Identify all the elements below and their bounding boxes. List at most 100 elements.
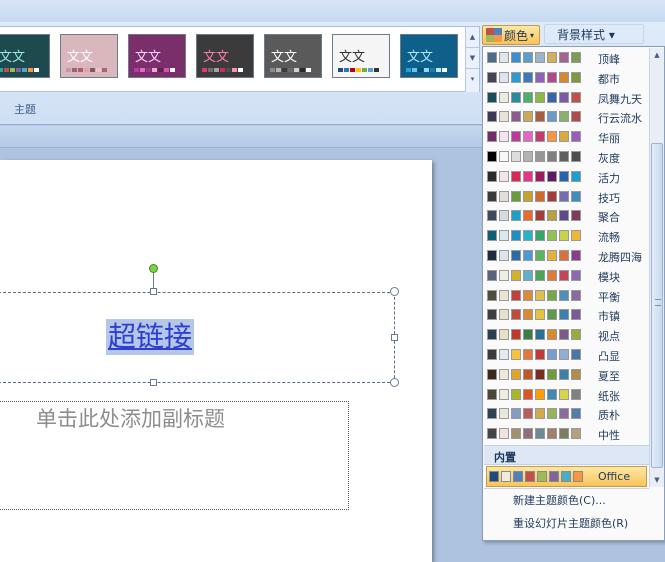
theme-color-swatches: [487, 289, 581, 301]
theme-thumbnail[interactable]: 文文: [332, 34, 390, 78]
theme-color-name: 模块: [598, 270, 620, 284]
theme-colors-dropdown: 顶峰都市凤舞九天行云流水华丽灰度活力技巧聚合流畅龙腾四海模块平衡市镇视点 凸显夏至…: [482, 46, 665, 541]
menu-scrollbar[interactable]: ▲ ▼: [649, 48, 664, 487]
theme-color-name: 行云流水: [598, 112, 642, 126]
menu-separator: [484, 488, 649, 489]
resize-handle-top-right[interactable]: [390, 287, 399, 296]
theme-color-name: 夏至: [598, 369, 620, 383]
office-swatches: [489, 471, 583, 482]
theme-color-swatches: [487, 349, 581, 360]
theme-color-item[interactable]: 市镇: [484, 306, 649, 325]
theme-thumbnail[interactable]: 文文: [400, 34, 458, 78]
resize-handle-bottom-right[interactable]: [390, 378, 399, 387]
theme-color-name: 市镇: [598, 310, 620, 324]
theme-color-item[interactable]: 技巧: [484, 188, 649, 207]
theme-color-swatches: [487, 428, 581, 440]
theme-color-name: 龙腾四海: [598, 251, 642, 264]
theme-color-name: 技巧: [598, 191, 620, 205]
theme-color-name: 平衡: [598, 290, 620, 304]
theme-thumbnail[interactable]: 文文: [60, 34, 118, 78]
theme-thumbnail-swatches: [66, 68, 107, 72]
scrollbar-thumb[interactable]: [651, 143, 663, 468]
background-style-label: 背景样式: [557, 28, 606, 42]
theme-gallery[interactable]: 文文 文文 文文 文文 文文 文文 文文: [0, 26, 480, 92]
theme-thumbnail-text: 文文: [203, 50, 230, 65]
scroll-down-icon[interactable]: ▼: [466, 48, 479, 69]
theme-color-swatches: [487, 269, 581, 281]
theme-color-item[interactable]: 都市: [484, 69, 649, 88]
theme-color-swatches: [487, 131, 581, 143]
scroll-up-icon[interactable]: ▲: [466, 27, 479, 48]
scroll-down-icon[interactable]: ▼: [650, 473, 664, 487]
theme-color-name: 都市: [598, 72, 620, 86]
theme-color-item[interactable]: 凤舞九天: [484, 89, 649, 108]
theme-color-swatches: [487, 170, 581, 182]
scroll-up-icon[interactable]: ▲: [650, 48, 664, 62]
theme-color-name: 质朴: [598, 409, 620, 423]
theme-color-item[interactable]: 夏至: [484, 366, 649, 385]
resize-handle-bottom[interactable]: [150, 379, 157, 386]
builtin-section-header: 内置: [484, 445, 649, 465]
theme-thumbnail[interactable]: 文文: [196, 34, 254, 78]
theme-color-swatches: [487, 190, 581, 202]
theme-color-item[interactable]: 灰度: [484, 148, 649, 167]
new-theme-colors-item[interactable]: 新建主题颜色(C)...: [513, 492, 606, 508]
theme-color-name: 流畅: [598, 231, 620, 245]
theme-thumbnail-text: 文文: [271, 50, 298, 65]
theme-color-item[interactable]: 凸显: [484, 346, 649, 365]
theme-color-swatches: [487, 111, 581, 123]
reset-theme-colors-item[interactable]: 重设幻灯片主题颜色(R): [513, 515, 628, 531]
theme-color-item[interactable]: 聚合: [484, 207, 649, 226]
ribbon-tab-strip: [0, 0, 665, 22]
title-placeholder[interactable]: [0, 292, 395, 383]
theme-color-item[interactable]: 行云流水: [484, 108, 649, 127]
theme-color-item[interactable]: 活力: [484, 168, 649, 187]
theme-color-item[interactable]: 纸张: [484, 386, 649, 405]
color-palette-icon: [486, 28, 502, 42]
theme-color-item[interactable]: 中性: [484, 425, 649, 444]
theme-color-name: 灰度: [598, 152, 620, 165]
theme-thumbnail-swatches: [202, 68, 243, 72]
gallery-scrollbar[interactable]: ▲ ▼ ▾: [465, 27, 479, 92]
background-style-button[interactable]: 背景样式 ▾: [544, 24, 644, 44]
theme-color-swatches: [487, 329, 581, 341]
theme-color-swatches: [487, 388, 581, 400]
colors-button[interactable]: 颜色 ▾: [482, 25, 540, 45]
chevron-down-icon: ▾: [530, 30, 535, 40]
theme-color-name: 华丽: [598, 132, 620, 146]
hyperlink-title-text[interactable]: 超链接: [106, 319, 195, 355]
rotate-handle[interactable]: [149, 264, 158, 273]
theme-color-item[interactable]: 质朴: [484, 405, 649, 424]
theme-color-swatches: [487, 52, 581, 63]
theme-thumbnail-text: 文文: [407, 50, 434, 65]
theme-color-item[interactable]: 视点: [484, 326, 649, 345]
theme-color-name: 活力: [598, 171, 620, 185]
gallery-more-icon[interactable]: ▾: [466, 69, 479, 90]
theme-color-swatches: [487, 71, 581, 83]
theme-color-item[interactable]: 顶峰: [484, 49, 649, 68]
theme-thumbnail-swatches: [134, 68, 175, 72]
theme-thumbnail-swatches: [0, 68, 39, 72]
theme-color-item[interactable]: 模块: [484, 267, 649, 286]
theme-color-name: 纸张: [598, 389, 620, 403]
subtitle-placeholder-text: 单击此处添加副标题: [36, 407, 225, 431]
theme-color-item[interactable]: 华丽: [484, 128, 649, 147]
grip-icon: [655, 299, 661, 306]
theme-color-item-office[interactable]: Office: [486, 466, 647, 487]
theme-thumbnail-text: 文文: [67, 50, 94, 65]
resize-handle-top[interactable]: [150, 288, 157, 295]
theme-thumbnail[interactable]: 文文: [264, 34, 322, 78]
theme-color-name: 聚合: [598, 211, 620, 225]
theme-color-item[interactable]: 平衡: [484, 287, 649, 306]
resize-handle-right[interactable]: [391, 334, 398, 341]
theme-color-item[interactable]: 龙腾四海: [484, 247, 649, 266]
theme-thumbnail-swatches: [338, 68, 379, 72]
theme-color-item[interactable]: 流畅: [484, 227, 649, 246]
workspace-ruler-strip: [0, 126, 482, 148]
theme-thumbnail[interactable]: 文文: [128, 34, 186, 78]
theme-thumbnail-swatches: [270, 68, 311, 72]
theme-thumbnail-text: 文文: [135, 50, 162, 65]
theme-thumbnail[interactable]: 文文: [0, 34, 50, 78]
theme-color-swatches: [487, 91, 581, 103]
theme-color-swatches: [487, 230, 581, 242]
